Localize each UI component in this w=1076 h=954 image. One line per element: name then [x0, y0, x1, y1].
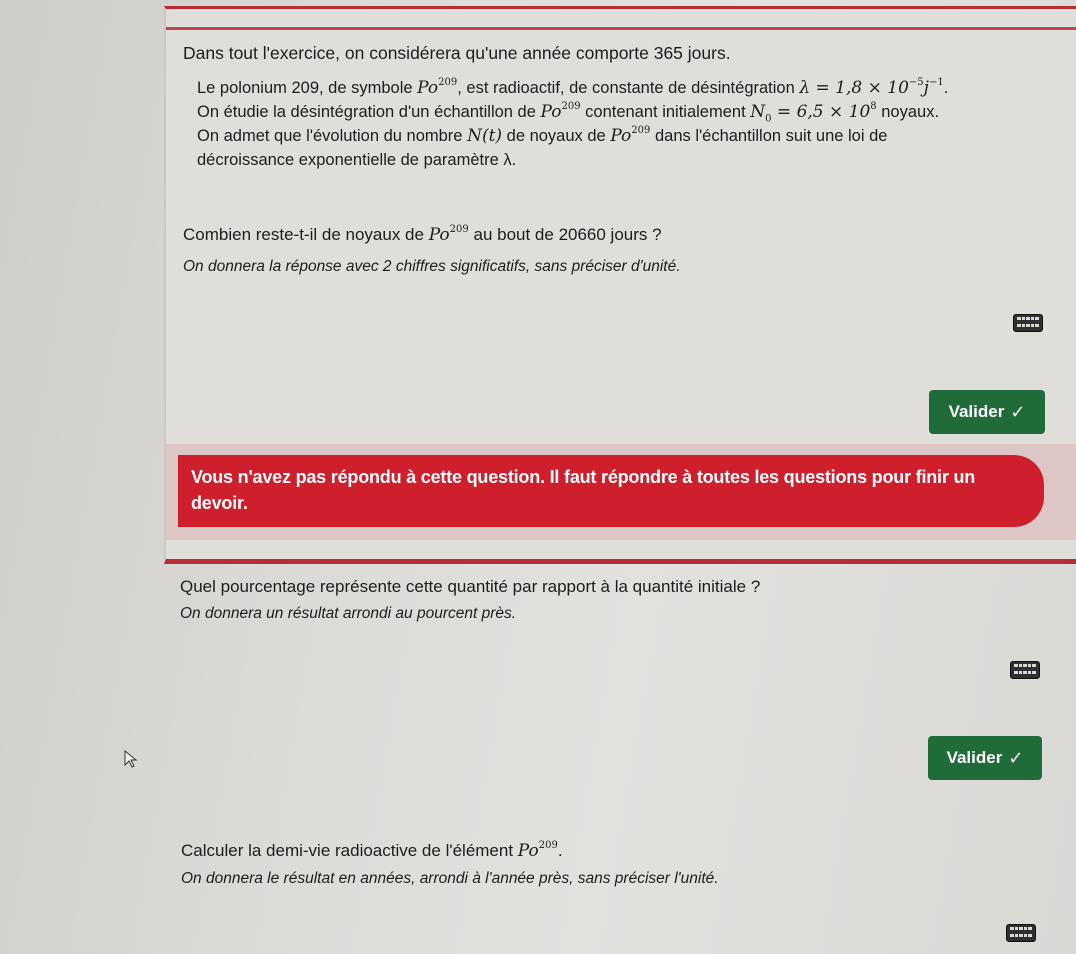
question-2-text: Quel pourcentage représente cette quanti… — [180, 577, 761, 596]
n0-formula: N0 = 6,5 × 108 — [750, 101, 877, 125]
error-message: Vous n'avez pas répondu à cette question… — [178, 455, 1044, 527]
po-symbol: Po209 — [517, 840, 558, 862]
question-3-text: Calculer la demi-vie radioactive de l'él… — [181, 840, 563, 862]
po-symbol: Po209 — [428, 224, 469, 246]
validate-button-2[interactable]: Valider ✓ — [928, 736, 1042, 780]
statement-line-2: On étudie la désintégration d'un échanti… — [197, 101, 940, 125]
question-1-text: Combien reste-t-il de noyaux de Po209 au… — [183, 224, 662, 246]
problem-statement: Le polonium 209, de symbole Po209, est r… — [197, 76, 948, 172]
nt-symbol: N(t) — [467, 126, 503, 146]
check-icon: ✓ — [1010, 401, 1026, 422]
po-symbol: Po209 — [417, 77, 458, 99]
keyboard-icon[interactable] — [1006, 924, 1036, 942]
mouse-pointer-icon — [124, 750, 138, 768]
po-symbol: Po209 — [610, 125, 651, 147]
validate-button-1[interactable]: Valider ✓ — [929, 390, 1045, 434]
keyboard-icon[interactable] — [1013, 314, 1043, 332]
check-icon: ✓ — [1008, 747, 1024, 768]
statement-line-1: Le polonium 209, de symbole Po209, est r… — [197, 77, 949, 99]
question-1-hint: On donnera la réponse avec 2 chiffres si… — [183, 258, 681, 275]
question-2-hint: On donnera un résultat arrondi au pource… — [180, 605, 517, 622]
question-3-hint: On donnera le résultat en années, arrond… — [181, 870, 719, 887]
statement-line-4: décroissance exponentielle de paramètre … — [197, 151, 517, 169]
lambda-formula: λ = 1,8 × 10−5j−1 — [799, 77, 944, 99]
keyboard-icon[interactable] — [1010, 661, 1040, 679]
intro-text: Dans tout l'exercice, on considérera qu'… — [183, 43, 731, 63]
statement-line-3: On admet que l'évolution du nombre N(t) … — [197, 125, 888, 147]
po-symbol: Po209 — [540, 101, 581, 123]
